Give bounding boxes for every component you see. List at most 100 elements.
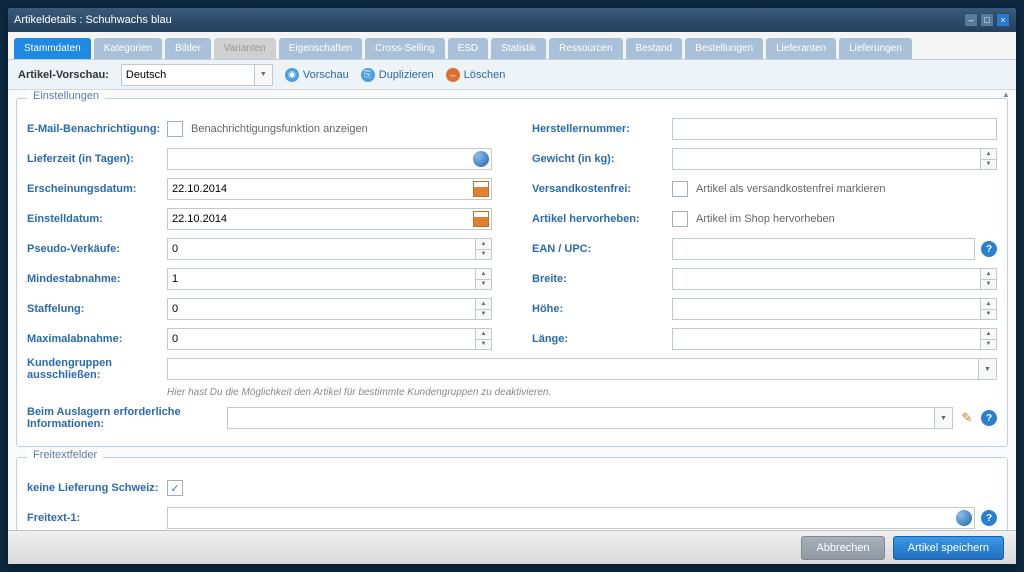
email-notif-checkbox[interactable] xyxy=(167,121,183,137)
tab-lieferungen[interactable]: Lieferungen xyxy=(839,38,912,59)
calendar-icon[interactable] xyxy=(473,181,489,197)
tab-bestand[interactable]: Bestand xyxy=(626,38,683,59)
freetext-fieldset: Freitextfelder keine Lieferung Schweiz: … xyxy=(16,457,1008,530)
weight-label: Gewicht (in kg): xyxy=(532,153,672,165)
highlight-checkbox[interactable] xyxy=(672,211,688,227)
length-input[interactable] xyxy=(672,328,997,350)
spinner-icon[interactable]: ▲▼ xyxy=(475,239,491,259)
stagger-label: Staffelung: xyxy=(27,303,167,315)
outsrc-label: Beim Auslagern erforderliche Information… xyxy=(27,406,227,430)
save-button[interactable]: Artikel speichern xyxy=(893,536,1004,560)
cgroups-hint: Hier hast Du die Möglichkeit den Artikel… xyxy=(167,387,997,398)
cgroups-select[interactable] xyxy=(167,358,997,380)
duplicate-button[interactable]: ⎘Duplizieren xyxy=(361,68,434,82)
tabbar: Stammdaten Kategorien Bilder Varianten E… xyxy=(8,32,1016,60)
calendar-icon[interactable] xyxy=(473,211,489,227)
minimize-button[interactable]: – xyxy=(964,13,978,27)
tab-varianten[interactable]: Varianten xyxy=(214,38,276,59)
close-button[interactable]: × xyxy=(996,13,1010,27)
height-input[interactable] xyxy=(672,298,997,320)
minq-label: Mindestabnahme: xyxy=(27,273,167,285)
delivery-label: Lieferzeit (in Tagen): xyxy=(27,153,167,165)
minus-icon: – xyxy=(446,68,460,82)
settings-title: Einstellungen xyxy=(27,90,105,102)
help-icon[interactable]: ? xyxy=(981,510,997,526)
titlebar: Artikeldetails : Schuhwachs blau – □ × xyxy=(8,8,1016,32)
release-input[interactable] xyxy=(167,178,492,200)
help-icon[interactable]: ? xyxy=(981,241,997,257)
ft1-input[interactable] xyxy=(167,507,975,529)
freeship-text: Artikel als versandkostenfrei markieren xyxy=(696,183,886,195)
spinner-icon[interactable]: ▲▼ xyxy=(980,329,996,349)
tab-kategorien[interactable]: Kategorien xyxy=(94,38,162,59)
height-label: Höhe: xyxy=(532,303,672,315)
noship-ch-label: keine Lieferung Schweiz: xyxy=(27,482,167,494)
chevron-down-icon[interactable]: ▼ xyxy=(934,408,952,428)
email-notif-label: E-Mail-Benachrichtigung: xyxy=(27,123,167,135)
tab-statistik[interactable]: Statistik xyxy=(491,38,546,59)
article-details-window: Artikeldetails : Schuhwachs blau – □ × S… xyxy=(8,8,1016,564)
preview-label: Artikel-Vorschau: xyxy=(18,69,109,81)
highlight-text: Artikel im Shop hervorheben xyxy=(696,213,835,225)
tab-bestellungen[interactable]: Bestellungen xyxy=(685,38,763,59)
tab-esd[interactable]: ESD xyxy=(448,38,489,59)
settings-fieldset: Einstellungen E-Mail-Benachrichtigung: B… xyxy=(16,98,1008,447)
noship-ch-checkbox[interactable]: ✓ xyxy=(167,480,183,496)
maxq-label: Maximalabnahme: xyxy=(27,333,167,345)
freeship-checkbox[interactable] xyxy=(672,181,688,197)
tab-eigenschaften[interactable]: Eigenschaften xyxy=(279,38,362,59)
globe-icon[interactable] xyxy=(956,510,972,526)
ean-label: EAN / UPC: xyxy=(532,243,672,255)
length-label: Länge: xyxy=(532,333,672,345)
mfr-input[interactable] xyxy=(672,118,997,140)
ft1-label: Freitext-1: xyxy=(27,512,167,524)
spinner-icon[interactable]: ▲▼ xyxy=(980,149,996,169)
window-title: Artikeldetails : Schuhwachs blau xyxy=(14,14,962,26)
delivery-input[interactable] xyxy=(167,148,492,170)
pseudo-label: Pseudo-Verkäufe: xyxy=(27,243,167,255)
duplicate-icon: ⎘ xyxy=(361,68,375,82)
minq-input[interactable] xyxy=(167,268,492,290)
outsrc-select[interactable] xyxy=(227,407,953,429)
setup-input[interactable] xyxy=(167,208,492,230)
toolbar: Artikel-Vorschau: ▼ ◉Vorschau ⎘Duplizier… xyxy=(8,60,1016,90)
tab-lieferanten[interactable]: Lieferanten xyxy=(766,38,836,59)
footer: Abbrechen Artikel speichern xyxy=(8,530,1016,564)
width-input[interactable] xyxy=(672,268,997,290)
globe-icon[interactable] xyxy=(473,151,489,167)
delete-button[interactable]: –Löschen xyxy=(446,68,506,82)
language-select[interactable] xyxy=(121,64,273,86)
maxq-input[interactable] xyxy=(167,328,492,350)
spinner-icon[interactable]: ▲▼ xyxy=(475,329,491,349)
help-icon[interactable]: ? xyxy=(981,410,997,426)
maximize-button[interactable]: □ xyxy=(980,13,994,27)
highlight-label: Artikel hervorheben: xyxy=(532,213,672,225)
freetext-title: Freitextfelder xyxy=(27,449,103,461)
eye-icon: ◉ xyxy=(285,68,299,82)
cancel-button[interactable]: Abbrechen xyxy=(801,536,884,560)
spinner-icon[interactable]: ▲▼ xyxy=(475,269,491,289)
content-area[interactable]: ▲ Einstellungen E-Mail-Benachrichtigung:… xyxy=(8,90,1016,530)
spinner-icon[interactable]: ▲▼ xyxy=(980,299,996,319)
tab-cross-selling[interactable]: Cross-Selling xyxy=(365,38,444,59)
cgroups-label: Kundengruppen ausschließen: xyxy=(27,357,167,381)
tab-bilder[interactable]: Bilder xyxy=(165,38,211,59)
spinner-icon[interactable]: ▲▼ xyxy=(475,299,491,319)
setup-label: Einstelldatum: xyxy=(27,213,167,225)
mfr-label: Herstellernummer: xyxy=(532,123,672,135)
weight-input[interactable] xyxy=(672,148,997,170)
stagger-input[interactable] xyxy=(167,298,492,320)
ean-input[interactable] xyxy=(672,238,975,260)
width-label: Breite: xyxy=(532,273,672,285)
chevron-down-icon[interactable]: ▼ xyxy=(978,359,996,379)
chevron-down-icon[interactable]: ▼ xyxy=(254,65,272,85)
preview-button[interactable]: ◉Vorschau xyxy=(285,68,349,82)
freeship-label: Versandkostenfrei: xyxy=(532,183,672,195)
pseudo-input[interactable] xyxy=(167,238,492,260)
pencil-icon[interactable]: ✎ xyxy=(959,410,975,426)
tab-stammdaten[interactable]: Stammdaten xyxy=(14,38,91,59)
spinner-icon[interactable]: ▲▼ xyxy=(980,269,996,289)
email-notif-text: Benachrichtigungsfunktion anzeigen xyxy=(191,123,368,135)
tab-ressourcen[interactable]: Ressourcen xyxy=(549,38,622,59)
release-label: Erscheinungsdatum: xyxy=(27,183,167,195)
